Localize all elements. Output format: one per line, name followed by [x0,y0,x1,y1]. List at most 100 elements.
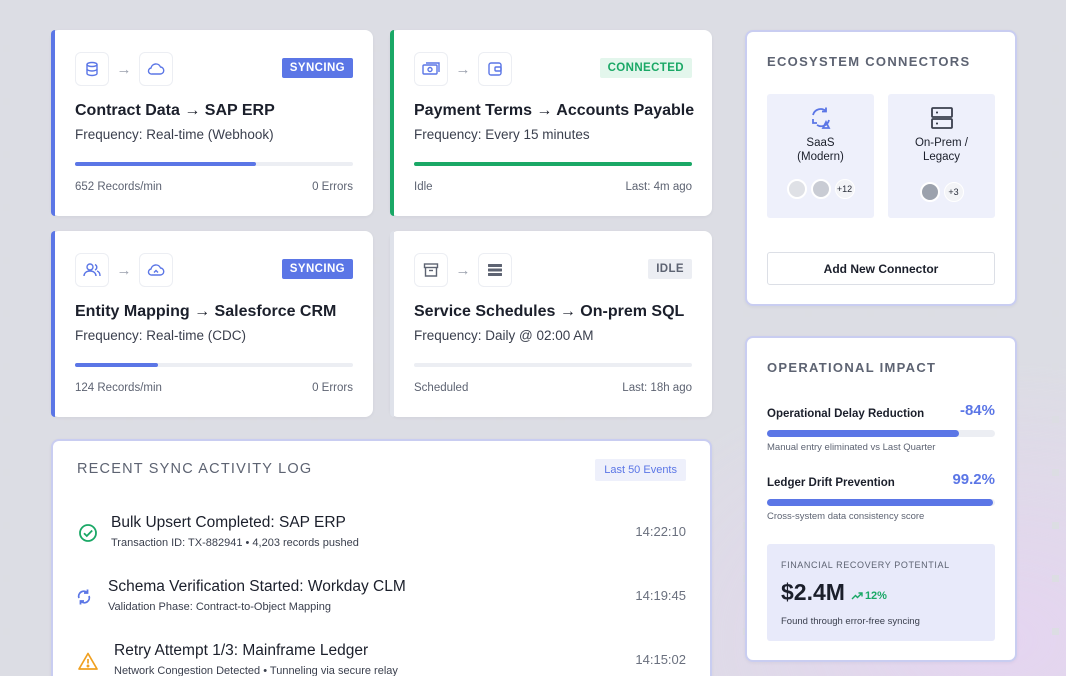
cloud-icon [139,52,173,86]
progress-bar [75,162,353,166]
background-dot [1052,522,1059,529]
background-dot [3,363,10,370]
records-rate: 124 Records/min [75,382,162,394]
flow-title: Payment Terms → Accounts Payable [414,102,695,119]
flow-card-payment-terms[interactable]: → CONNECTED Payment Terms → Accounts Pay… [390,30,712,216]
event-detail: Network Congestion Detected • Tunneling … [114,665,398,676]
flow-card-entity-mapping[interactable]: → SYNCING Entity Mapping → Salesforce CR… [51,231,373,417]
recovery-value: $2.4M [781,579,845,605]
background-dot [1052,45,1059,52]
log-row[interactable]: Schema Verification Started: Workday CLM… [77,578,686,622]
background-dot [311,416,318,423]
last-run: Last: 4m ago [625,181,692,193]
event-detail: Transaction ID: TX-882941 • 4,203 record… [111,537,359,549]
background-dot [373,151,380,158]
recovery-value-row: $2.4M 12% [781,579,981,606]
add-connector-button[interactable]: Add New Connector [767,252,995,285]
log-row[interactable]: Bulk Upsert Completed: SAP ERP Transacti… [77,514,686,558]
trend-up-icon [851,592,863,600]
server-list-icon [478,253,512,287]
event-detail: Validation Phase: Contract-to-Object Map… [108,601,331,613]
background-dot [1052,416,1059,423]
flow-footer: Idle Last: 4m ago [414,181,692,193]
background-dot [373,204,380,211]
background-dot [1052,469,1059,476]
flow-frequency: Frequency: Every 15 minutes [414,127,590,142]
panel-title: RECENT SYNC ACTIVITY LOG [77,461,313,477]
background-dot [250,416,257,423]
event-filter-button[interactable]: Last 50 Events [595,459,686,481]
database-icon [75,52,109,86]
log-row[interactable]: Retry Attempt 1/3: Mainframe Ledger Netw… [77,642,686,676]
flow-card-service-schedules[interactable]: → IDLE Service Schedules → On-prem SQL F… [390,231,712,417]
flow-title: Service Schedules → On-prem SQL [414,303,685,320]
arrow-right-icon: → [455,261,471,279]
connector-tile-saas[interactable]: SaaS (Modern) +12 [767,94,874,218]
background-dot [373,98,380,105]
recovery-trend: 12% [851,590,887,602]
panel-title: OPERATIONAL IMPACT [767,360,937,375]
background-dot [620,416,627,423]
background-dot [188,416,195,423]
progress-fill [767,499,994,506]
event-title: Retry Attempt 1/3: Mainframe Ledger [114,642,369,659]
flow-frequency: Frequency: Real-time (Webhook) [75,127,274,142]
error-count: 0 Errors [312,382,353,394]
flow-frequency: Frequency: Daily @ 02:00 AM [414,328,594,343]
event-title: Bulk Upsert Completed: SAP ERP [111,514,346,531]
metric-note: Cross-system data consistency score [767,511,925,522]
background-dot [64,416,71,423]
connector-avatars: +12 [767,179,874,199]
status-badge: SYNCING [281,259,353,279]
progress-fill [75,162,256,166]
trend-value: 12% [864,590,887,602]
flow-frequency: Frequency: Real-time (CDC) [75,328,247,343]
background-dot [928,310,935,317]
background-dot [3,469,10,476]
cloud-sync-icon [139,253,173,287]
metric-bar [767,430,995,437]
error-count: 0 Errors [312,181,353,193]
ecosystem-connectors-panel: ECOSYSTEM CONNECTORS SaaS (Modern) +12 O… [745,30,1017,306]
archive-icon [414,253,448,287]
background-dot [1052,575,1059,582]
background-dot [558,416,565,423]
metric-ledger-drift: Ledger Drift Prevention 99.2% Cross-syst… [767,471,995,531]
progress-fill [767,430,959,437]
avatar [810,179,831,199]
background-dot [1052,204,1059,211]
flow-card-contract-data[interactable]: → SYNCING Contract Data → SAP ERP Freque… [51,30,373,216]
recovery-note: Found through error-free syncing [781,616,920,627]
money-icon [414,52,448,86]
arrow-right-icon: → [455,60,471,78]
background-dot [496,416,503,423]
background-dot [3,257,10,264]
more-count: +12 [834,179,855,199]
more-count: +3 [943,182,964,202]
background-dot [1052,151,1059,158]
background-dot [3,204,10,211]
flow-title: Contract Data → SAP ERP [75,102,275,119]
records-rate: 652 Records/min [75,181,162,193]
progress-bar [414,363,692,367]
financial-recovery-box: FINANCIAL RECOVERY POTENTIAL $2.4M 12% F… [767,544,995,641]
connector-label: SaaS (Modern) [797,137,844,163]
background-dot [3,310,10,317]
sync-activity-log: RECENT SYNC ACTIVITY LOG Last 50 Events … [51,439,712,676]
avatar [919,182,940,202]
connector-tile-onprem[interactable]: On-Prem / Legacy +3 [888,94,995,218]
background-dot [1052,310,1059,317]
background-dot [373,416,380,423]
metric-delay-reduction: Operational Delay Reduction -84% Manual … [767,402,995,462]
status-badge: IDLE [648,259,692,279]
background-dot [3,416,10,423]
progress-bar [75,363,353,367]
progress-bar [414,162,692,166]
background-dot [1052,628,1059,635]
background-dot [867,310,874,317]
metric-bar [767,499,995,506]
metric-value: -84% [959,402,995,419]
background-dot [373,45,380,52]
background-dot [3,151,10,158]
flow-footer: Scheduled Last: 18h ago [414,382,692,394]
